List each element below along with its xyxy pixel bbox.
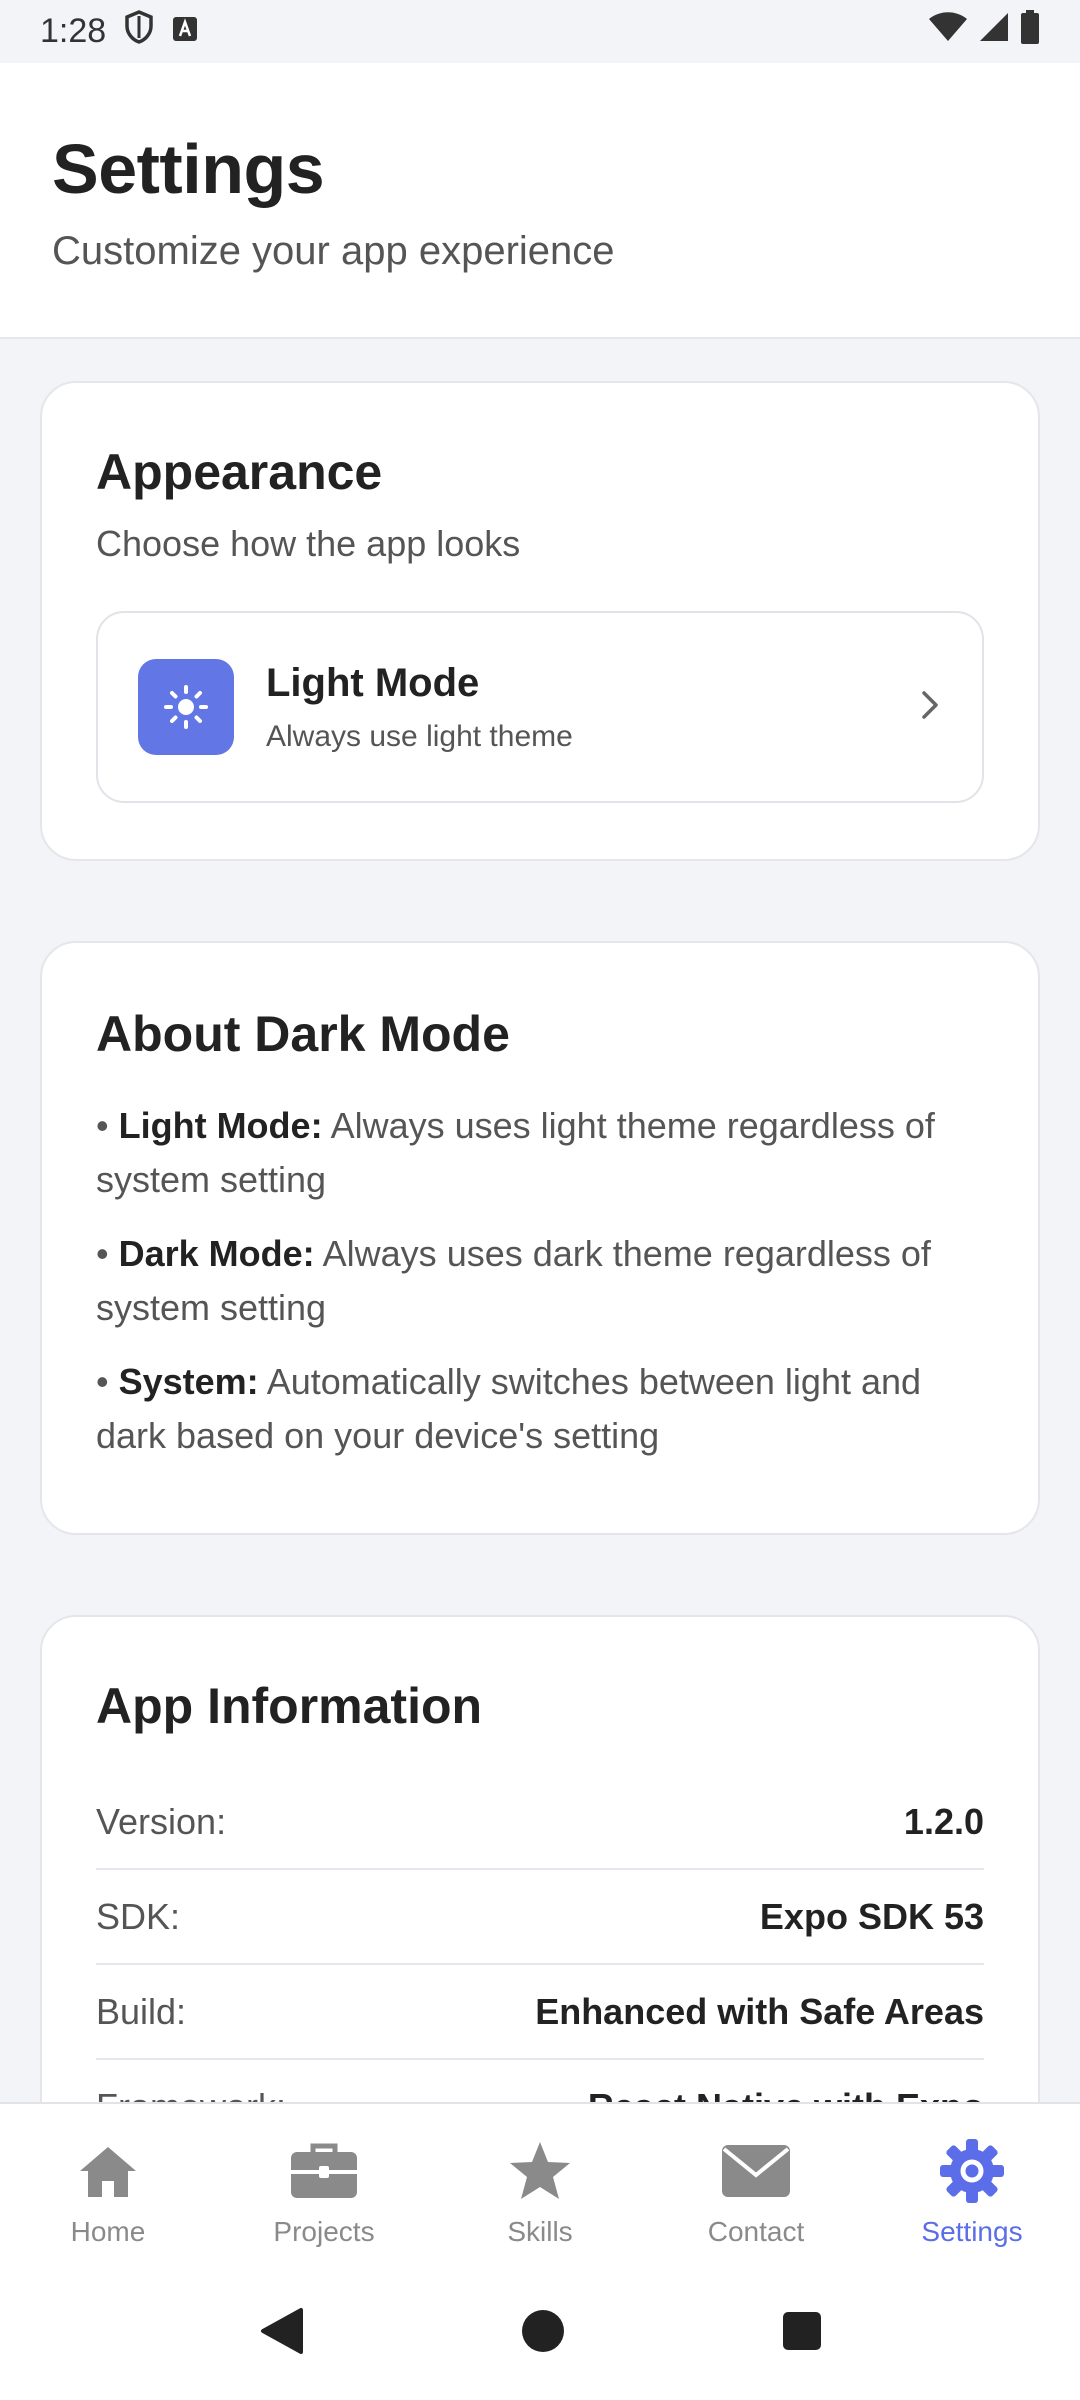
- tab-settings[interactable]: Settings: [864, 2138, 1080, 2248]
- tab-projects[interactable]: Projects: [216, 2138, 432, 2248]
- system-navigation-bar: [0, 2266, 1080, 2400]
- about-dark-mode-card: About Dark Mode • Light Mode: Always use…: [40, 941, 1040, 1535]
- info-row-build: Build: Enhanced with Safe Areas: [96, 1965, 984, 2060]
- page-title: Settings: [52, 130, 325, 208]
- status-time: 1:28: [40, 12, 107, 50]
- cellular-signal-icon: [978, 11, 1010, 52]
- about-item-light: • Light Mode: Always uses light theme re…: [96, 1105, 935, 1200]
- keyboard-notification-icon: [172, 12, 198, 51]
- briefcase-icon: [289, 2138, 359, 2204]
- envelope-icon: [720, 2138, 792, 2204]
- theme-option-name: Light Mode: [266, 660, 480, 705]
- info-title: App Information: [96, 1678, 483, 1734]
- appearance-card: Appearance Choose how the app looks Ligh…: [40, 381, 1040, 861]
- info-row-sdk: SDK: Expo SDK 53: [96, 1870, 984, 1965]
- tab-contact[interactable]: Contact: [648, 2138, 864, 2248]
- settings-scroll-area[interactable]: Appearance Choose how the app looks Ligh…: [0, 341, 1080, 2103]
- page-subtitle: Customize your app experience: [52, 229, 615, 273]
- settings-screen: 1:28 Settings Customize your app experie…: [0, 0, 1080, 2400]
- bottom-tab-bar: Home Projects Skills Contact Settings: [0, 2102, 1080, 2266]
- info-row-framework: Framework: React Native with Expo: [96, 2060, 984, 2104]
- battery-icon: [1020, 10, 1040, 53]
- star-icon: [508, 2138, 572, 2204]
- recents-button[interactable]: [781, 2310, 823, 2357]
- about-title: About Dark Mode: [96, 1006, 510, 1062]
- tab-skills[interactable]: Skills: [432, 2138, 648, 2248]
- appearance-title: Appearance: [96, 444, 383, 500]
- home-button[interactable]: [520, 2308, 566, 2359]
- shield-icon: [124, 10, 154, 53]
- app-information-card: App Information Version: 1.2.0 SDK: Expo…: [40, 1615, 1040, 2103]
- appearance-subtitle: Choose how the app looks: [96, 523, 521, 564]
- chevron-right-icon: [918, 688, 942, 727]
- home-icon: [76, 2138, 140, 2204]
- theme-option-description: Always use light theme: [266, 719, 573, 753]
- tab-home[interactable]: Home: [0, 2138, 216, 2248]
- sun-icon: [138, 659, 234, 755]
- back-button[interactable]: [257, 2306, 305, 2361]
- about-list: • Light Mode: Always uses light theme re…: [96, 1099, 984, 1463]
- page-header: Settings Customize your app experience: [0, 63, 1080, 339]
- about-item-system: • System: Automatically switches between…: [96, 1361, 922, 1456]
- gear-icon: [938, 2138, 1006, 2204]
- status-bar: 1:28: [0, 0, 1080, 63]
- about-item-dark: • Dark Mode: Always uses dark theme rega…: [96, 1233, 931, 1328]
- theme-option-button[interactable]: Light Mode Always use light theme: [96, 611, 984, 803]
- wifi-icon: [928, 11, 968, 52]
- info-row-version: Version: 1.2.0: [96, 1775, 984, 1870]
